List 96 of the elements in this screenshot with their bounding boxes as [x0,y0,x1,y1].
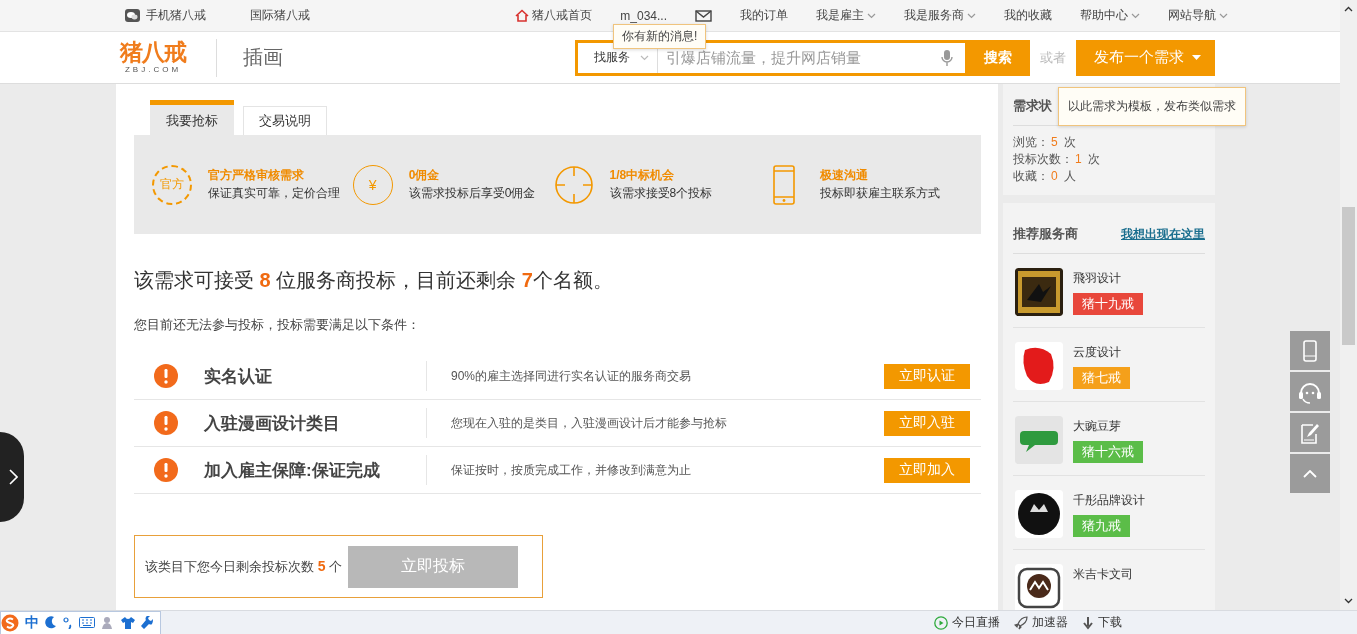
avatar-logo [1015,490,1063,538]
provider-name[interactable]: 米吉卡文司 [1073,566,1133,583]
microphone-icon [941,48,953,67]
level-badge: 猪七戒 [1073,367,1130,389]
stat-unit: 次 [1063,135,1076,149]
wrench-icon [141,616,154,629]
stat-value: 0 [1051,169,1058,183]
stat-label: 浏览： [1013,135,1049,149]
crosshair-icon [553,164,594,205]
caret-icon [1131,12,1140,19]
phone-icon [1303,339,1317,362]
scrollbar-thumb[interactable] [1342,207,1355,345]
person-icon [101,616,115,629]
feature-text: 保证真实可靠，定价合理 [208,184,340,202]
condition-title: 加入雇主保障:保证完成 [204,459,381,482]
message-tooltip: 你有新的消息! [613,24,707,49]
moon-icon [45,616,57,629]
chevron-down-icon [1344,598,1353,604]
edit-icon [1300,421,1320,444]
top-link[interactable]: 网站导航 [1154,7,1242,24]
level-badge: 猪十九戒 [1073,293,1143,315]
avatar-logo [1015,416,1063,464]
feature-text: 该需求投标后享受0佣金 [408,184,536,202]
top-link[interactable]: 国际猪八戒 [250,7,310,24]
shirt-icon [121,616,135,629]
feature-title: 1/8中标机会 [609,166,676,184]
stat-unit: 人 [1063,169,1076,183]
level-badge: 猪九戒 [1073,515,1130,537]
condition-title: 实名认证 [204,365,273,388]
remaining-bids-text: 该类目下您今日剩余投标次数 5 个 [145,557,343,576]
requirement-note: 您目前还无法参与投标，投标需要满足以下条件： [134,316,421,334]
top-link[interactable]: 手机猪八戒 [125,7,206,24]
float-tool-button[interactable] [1290,454,1330,493]
condition-title: 入驻漫画设计类目 [204,412,341,435]
caret-icon [1219,12,1228,19]
keyboard-icon [79,617,95,628]
float-tool-button[interactable] [1290,372,1330,411]
avatar-logo [1015,342,1063,390]
link[interactable]: 我想出现在这里 [1121,225,1205,243]
top-link[interactable]: 帮助中心 [1066,7,1154,24]
top-link[interactable]: 我是雇主 [802,7,890,24]
stat-unit: 次 [1087,152,1100,166]
caret-icon [640,54,649,61]
top-link[interactable]: 我是服务商 [890,7,990,24]
top-link[interactable]: 猪八戒首页 [501,7,607,24]
status-bar-button[interactable]: 加速器 [1014,614,1068,631]
stat-label: 收藏： [1013,169,1049,183]
scrollbar[interactable] [1340,0,1357,610]
home-icon [515,9,530,22]
caret-icon [867,12,876,19]
input-mode-button[interactable]: 中 [25,613,39,632]
float-tool-button[interactable] [1290,413,1330,452]
chevron-right-icon [9,469,18,485]
punctuation-icon [63,616,73,629]
feature-title: 极速沟通 [820,166,870,184]
warning-icon [154,411,178,435]
float-tool-button[interactable] [1290,331,1330,370]
headline: 该需求可接受 8 位服务商投标，目前还剩余 7个名额。 [134,268,614,293]
stat-label: 投标次数： [1013,152,1073,166]
top-link[interactable]: 我的订单 [726,7,802,24]
provider-name[interactable]: 大豌豆芽 [1073,418,1143,435]
provider-name[interactable]: 云度设计 [1073,344,1130,361]
download-icon [1082,615,1094,630]
logo[interactable]: 猪八戒 ZBJ.COM [116,40,190,75]
chevron-up-icon [1303,469,1317,478]
category-title: 插画 [243,45,283,70]
top-link[interactable]: m_034... [606,8,681,23]
level-badge: 猪十六戒 [1073,441,1143,463]
tab[interactable]: 我要抢标 [150,100,234,135]
provider-name[interactable]: 飛羽设计 [1073,270,1143,287]
stat-value: 5 [1051,135,1058,149]
caret-icon [1192,55,1201,60]
rocket-icon [1014,615,1028,630]
warning-icon [154,364,178,388]
official-badge-icon: 官方 [152,164,192,205]
or-label: 或者 [1040,48,1066,67]
warning-icon [154,458,178,482]
chat-icon [125,9,140,22]
chevron-up-icon [1344,6,1353,12]
status-bar-button[interactable]: 下载 [1082,614,1122,631]
stat-value: 1 [1075,152,1082,166]
feature-title: 0佣金 [408,166,441,184]
feature-text: 投标即获雇主联系方式 [820,184,941,202]
avatar-logo [1015,268,1063,316]
feature-text: 该需求接受8个投标 [609,184,713,202]
template-tooltip: 以此需求为模板，发布类似需求 [1058,87,1246,126]
caret-icon [967,12,976,19]
status-bar-button[interactable]: 今日直播 [934,614,1000,631]
feature-title: 官方严格审核需求 [208,166,305,184]
provider-name[interactable]: 千彤品牌设计 [1073,492,1145,509]
section-title: 推荐服务商 [1013,225,1078,243]
carousel-arrow-button[interactable] [0,432,24,522]
tab[interactable]: 交易说明 [243,106,327,135]
play-icon [934,615,948,630]
top-link[interactable]: 我的收藏 [990,7,1066,24]
mail-icon [695,9,712,22]
